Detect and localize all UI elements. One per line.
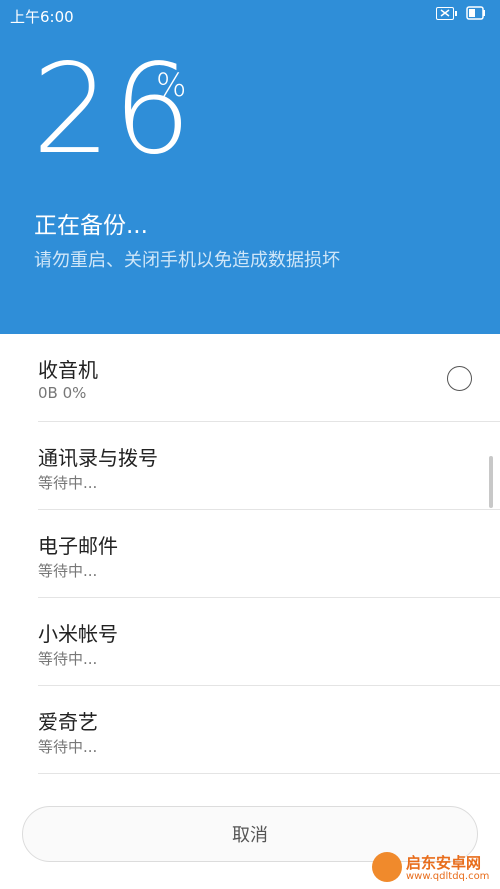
backup-status-subtitle: 请勿重启、关闭手机以免造成数据损坏 — [34, 250, 340, 271]
item-status: 等待中... — [38, 562, 98, 580]
item-status: 等待中... — [38, 738, 98, 756]
battery-icon — [436, 7, 457, 20]
item-status: 等待中... — [38, 474, 98, 492]
status-bar: 上午6:00 — [0, 0, 500, 30]
list-item-contacts[interactable]: 通讯录与拨号 等待中... — [0, 422, 500, 510]
watermark: 启东安卓网 www.qdltdq.com — [372, 852, 500, 889]
item-title: 小米帐号 — [38, 622, 118, 646]
item-title: 通讯录与拨号 — [38, 446, 158, 470]
list-item-email[interactable]: 电子邮件 等待中... — [0, 510, 500, 598]
item-select-radio[interactable] — [447, 366, 472, 391]
status-time: 上午6:00 — [10, 8, 74, 26]
item-title: 收音机 — [38, 358, 98, 382]
watermark-url: www.qdltdq.com — [406, 871, 490, 882]
item-status: 等待中... — [38, 650, 98, 668]
item-title: 爱奇艺 — [38, 710, 98, 734]
item-status: 0B 0% — [38, 384, 87, 402]
backup-header: 上午6:00 26 % 正在备份... 请勿重启、关闭手机以免造成数据损坏 — [0, 0, 500, 334]
backup-status-title: 正在备份... — [34, 213, 148, 239]
list-item-iqiyi[interactable]: 爱奇艺 等待中... — [0, 686, 500, 774]
list-item-radio[interactable]: 收音机 0B 0% — [0, 334, 500, 422]
percent-sign: % — [156, 66, 187, 104]
backup-item-list[interactable]: 收音机 0B 0% 通讯录与拨号 等待中... 电子邮件 等待中... 小米帐号… — [0, 334, 500, 784]
divider — [38, 773, 500, 774]
list-item-mi-account[interactable]: 小米帐号 等待中... — [0, 598, 500, 686]
scrollbar[interactable] — [489, 456, 493, 508]
battery-level-icon — [466, 6, 485, 20]
watermark-title: 启东安卓网 — [406, 854, 482, 872]
watermark-logo-icon — [372, 852, 402, 882]
item-title: 电子邮件 — [38, 534, 118, 558]
